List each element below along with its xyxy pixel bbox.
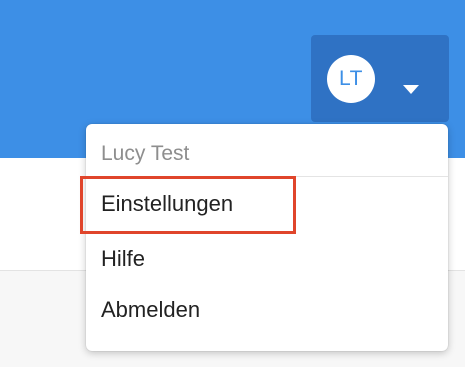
chevron-down-icon	[403, 85, 419, 94]
user-dropdown-menu: Lucy Test Einstellungen Hilfe Abmelden	[86, 124, 448, 351]
highlight-box	[80, 176, 296, 234]
avatar: LT	[327, 55, 375, 103]
user-menu-button[interactable]: LT	[311, 35, 449, 122]
dropdown-user-name: Lucy Test	[101, 142, 190, 165]
menu-item-logout[interactable]: Abmelden	[101, 297, 200, 323]
menu-item-help[interactable]: Hilfe	[101, 246, 145, 272]
